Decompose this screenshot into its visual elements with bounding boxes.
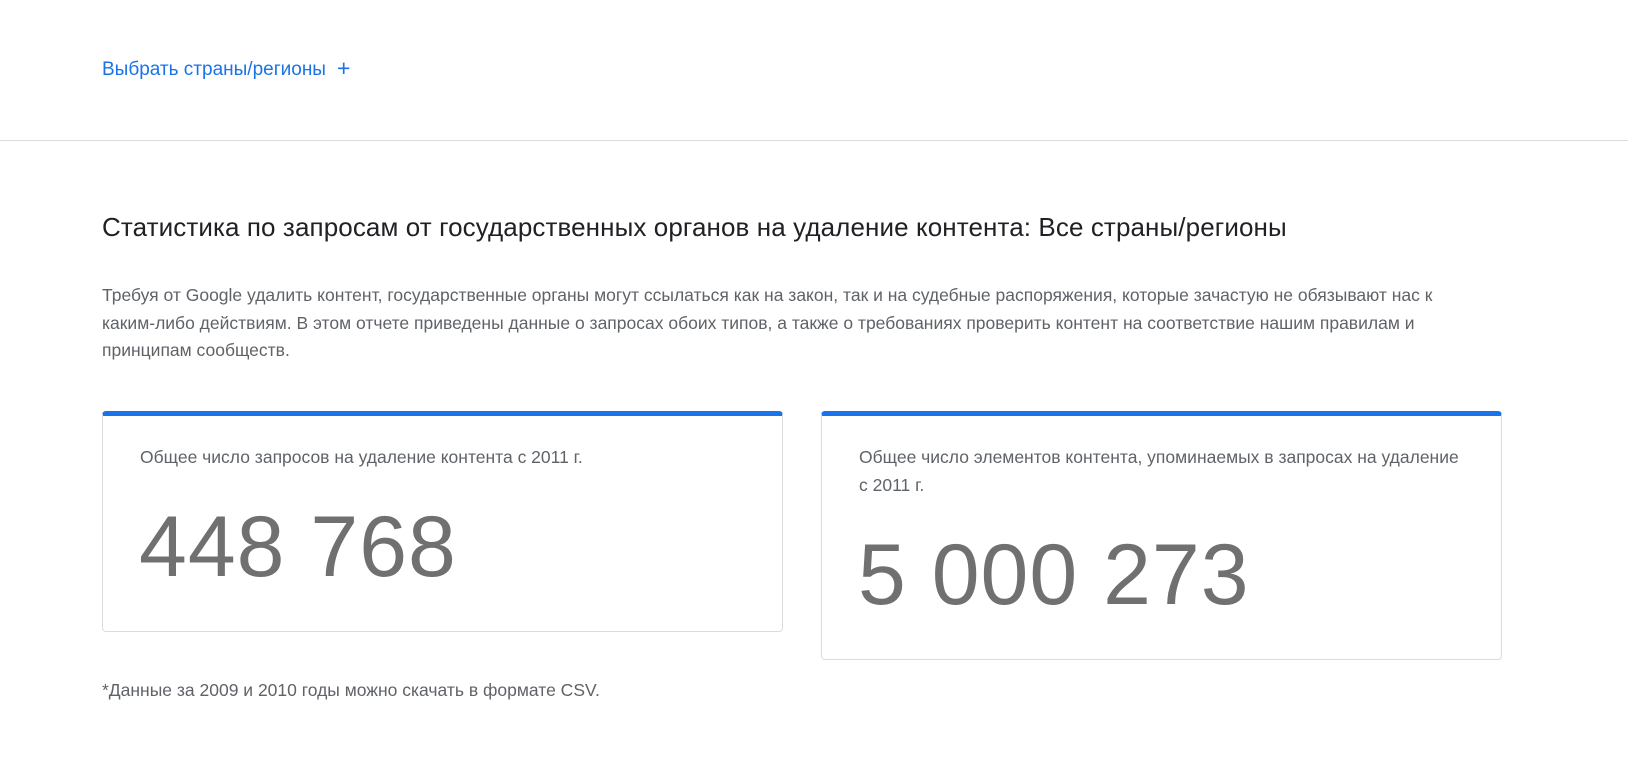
total-items-value: 5 000 273	[858, 527, 1250, 623]
total-requests-label: Общее число запросов на удаление контент…	[140, 447, 583, 467]
plus-icon: +	[336, 55, 351, 81]
total-items-label: Общее число элементов контента, упоминае…	[859, 447, 1459, 495]
total-requests-card: Общее число запросов на удаление контент…	[102, 411, 783, 632]
select-regions-label: Выбрать страны/регионы	[102, 58, 326, 80]
top-filter-bar: Выбрать страны/регионы +	[0, 0, 1628, 141]
total-requests-value: 448 768	[139, 499, 457, 595]
select-regions-button[interactable]: Выбрать страны/регионы +	[102, 55, 351, 81]
total-items-card: Общее число элементов контента, упоминае…	[821, 411, 1502, 660]
section-title: Статистика по запросам от государственны…	[102, 212, 1287, 242]
csv-footnote: *Данные за 2009 и 2010 годы можно скачат…	[102, 680, 600, 700]
section-description: Требуя от Google удалить контент, госуда…	[102, 285, 1433, 360]
